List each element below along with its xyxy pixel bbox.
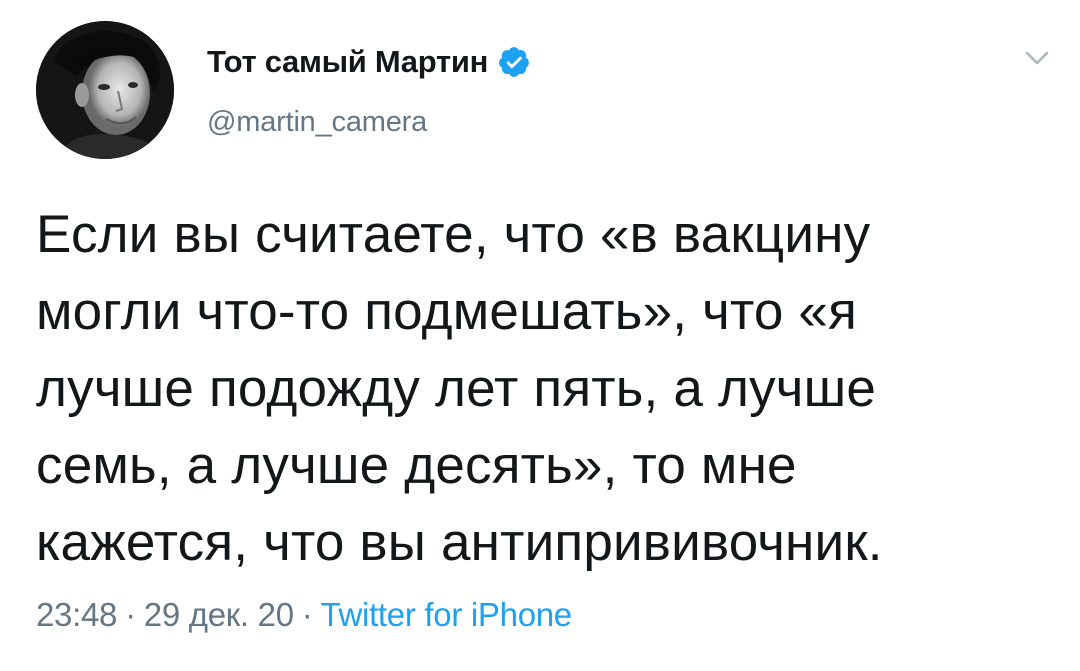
tweet-text-line: семь, а лучше десять», то мне bbox=[36, 436, 797, 495]
tweet-text-line: лучше подожду лет пять, а лучше bbox=[36, 359, 876, 418]
chevron-down-icon[interactable] bbox=[1024, 48, 1050, 68]
tweet-text-line: Если вы считаете, что «в вакцину bbox=[36, 205, 871, 264]
tweet-date[interactable]: 29 дек. 20 bbox=[144, 596, 294, 633]
author-handle[interactable]: @martin_camera bbox=[207, 106, 427, 139]
meta-separator: · bbox=[301, 596, 313, 633]
author-display-name[interactable]: Тот самый Мартин bbox=[207, 44, 488, 80]
author-name-row[interactable]: Тот самый Мартин bbox=[207, 42, 531, 82]
meta-separator: · bbox=[125, 596, 136, 633]
tweet-card: Тот самый Мартин @martin_camera Если вы … bbox=[0, 0, 1080, 671]
tweet-metadata: 23:48 · 29 дек. 20 · Twitter for iPhone bbox=[36, 596, 572, 634]
tweet-text-line: могли что-то подмешать», что «я bbox=[36, 282, 857, 341]
tweet-text-line: кажется, что вы антипрививочник. bbox=[36, 513, 883, 572]
author-avatar[interactable] bbox=[36, 21, 174, 159]
avatar-image bbox=[36, 21, 174, 159]
tweet-text: Если вы считаете, что «в вакцину могли ч… bbox=[36, 196, 1046, 581]
tweet-source-link[interactable]: Twitter for iPhone bbox=[320, 596, 572, 633]
verified-badge-icon bbox=[497, 45, 531, 79]
tweet-time[interactable]: 23:48 bbox=[36, 596, 117, 633]
